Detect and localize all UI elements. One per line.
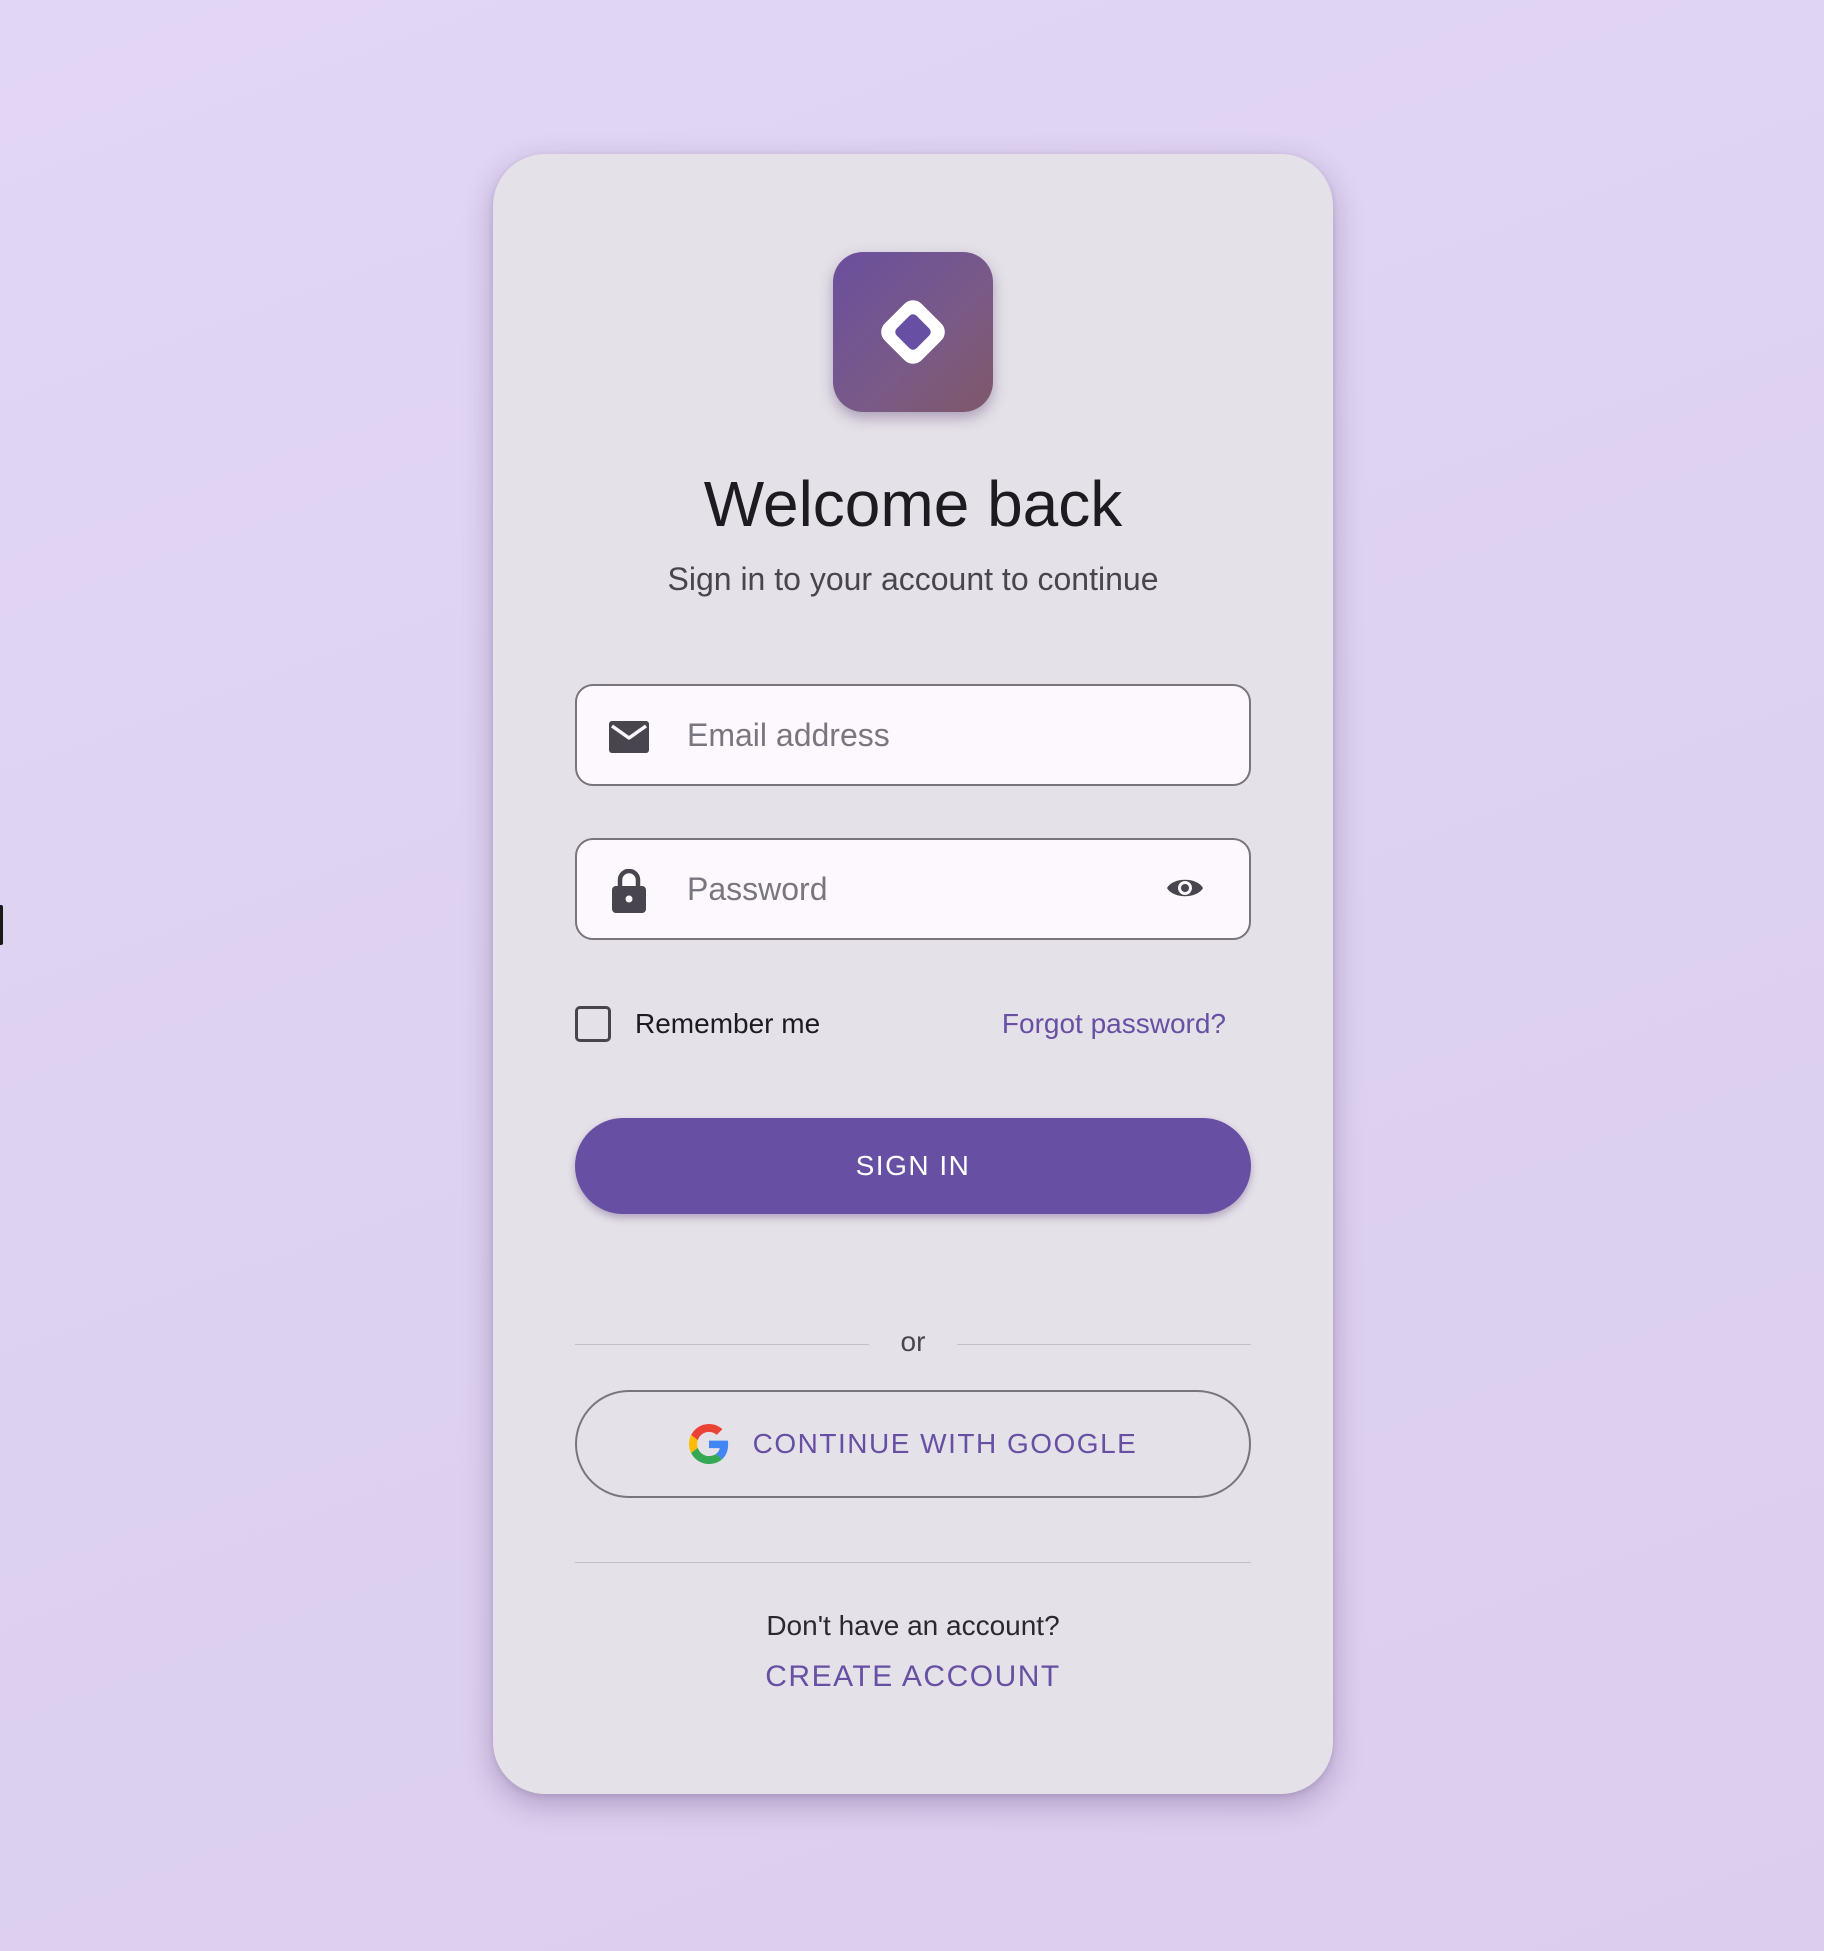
footer-divider bbox=[575, 1562, 1251, 1563]
window-edge-handle bbox=[0, 905, 3, 945]
page-subtitle: Sign in to your account to continue bbox=[667, 561, 1159, 597]
sign-in-button[interactable]: SIGN IN bbox=[575, 1118, 1251, 1214]
continue-with-google-button[interactable]: CONTINUE WITH GOOGLE bbox=[575, 1390, 1251, 1498]
email-field[interactable] bbox=[575, 684, 1251, 786]
create-account-row: CREATE ACCOUNT bbox=[493, 1660, 1333, 1694]
app-logo bbox=[833, 252, 993, 412]
forgot-password-link[interactable]: Forgot password? bbox=[1002, 1006, 1226, 1042]
password-field[interactable] bbox=[575, 838, 1251, 940]
google-icon bbox=[688, 1424, 728, 1464]
password-input[interactable] bbox=[687, 840, 1127, 938]
no-account-prompt: Don't have an account? bbox=[766, 1610, 1060, 1641]
remember-checkbox[interactable] bbox=[575, 1006, 611, 1042]
divider-label: or bbox=[900, 1326, 926, 1357]
email-input[interactable] bbox=[687, 686, 1127, 784]
login-card: Welcome back Sign in to your account to … bbox=[493, 154, 1333, 1794]
google-button-label: CONTINUE WITH GOOGLE bbox=[752, 1428, 1138, 1459]
remember-label: Remember me bbox=[635, 1008, 821, 1039]
lock-icon bbox=[609, 869, 649, 913]
or-divider: or bbox=[575, 1324, 1251, 1364]
create-account-link[interactable]: CREATE ACCOUNT bbox=[765, 1660, 1060, 1693]
remember-me[interactable]: Remember me bbox=[575, 1002, 820, 1046]
envelope-icon bbox=[609, 717, 649, 757]
divider-line-right bbox=[957, 1344, 1251, 1345]
eye-icon[interactable] bbox=[1165, 868, 1205, 908]
diamond-logo-icon bbox=[881, 300, 945, 364]
page-title: Welcome back bbox=[703, 468, 1123, 540]
